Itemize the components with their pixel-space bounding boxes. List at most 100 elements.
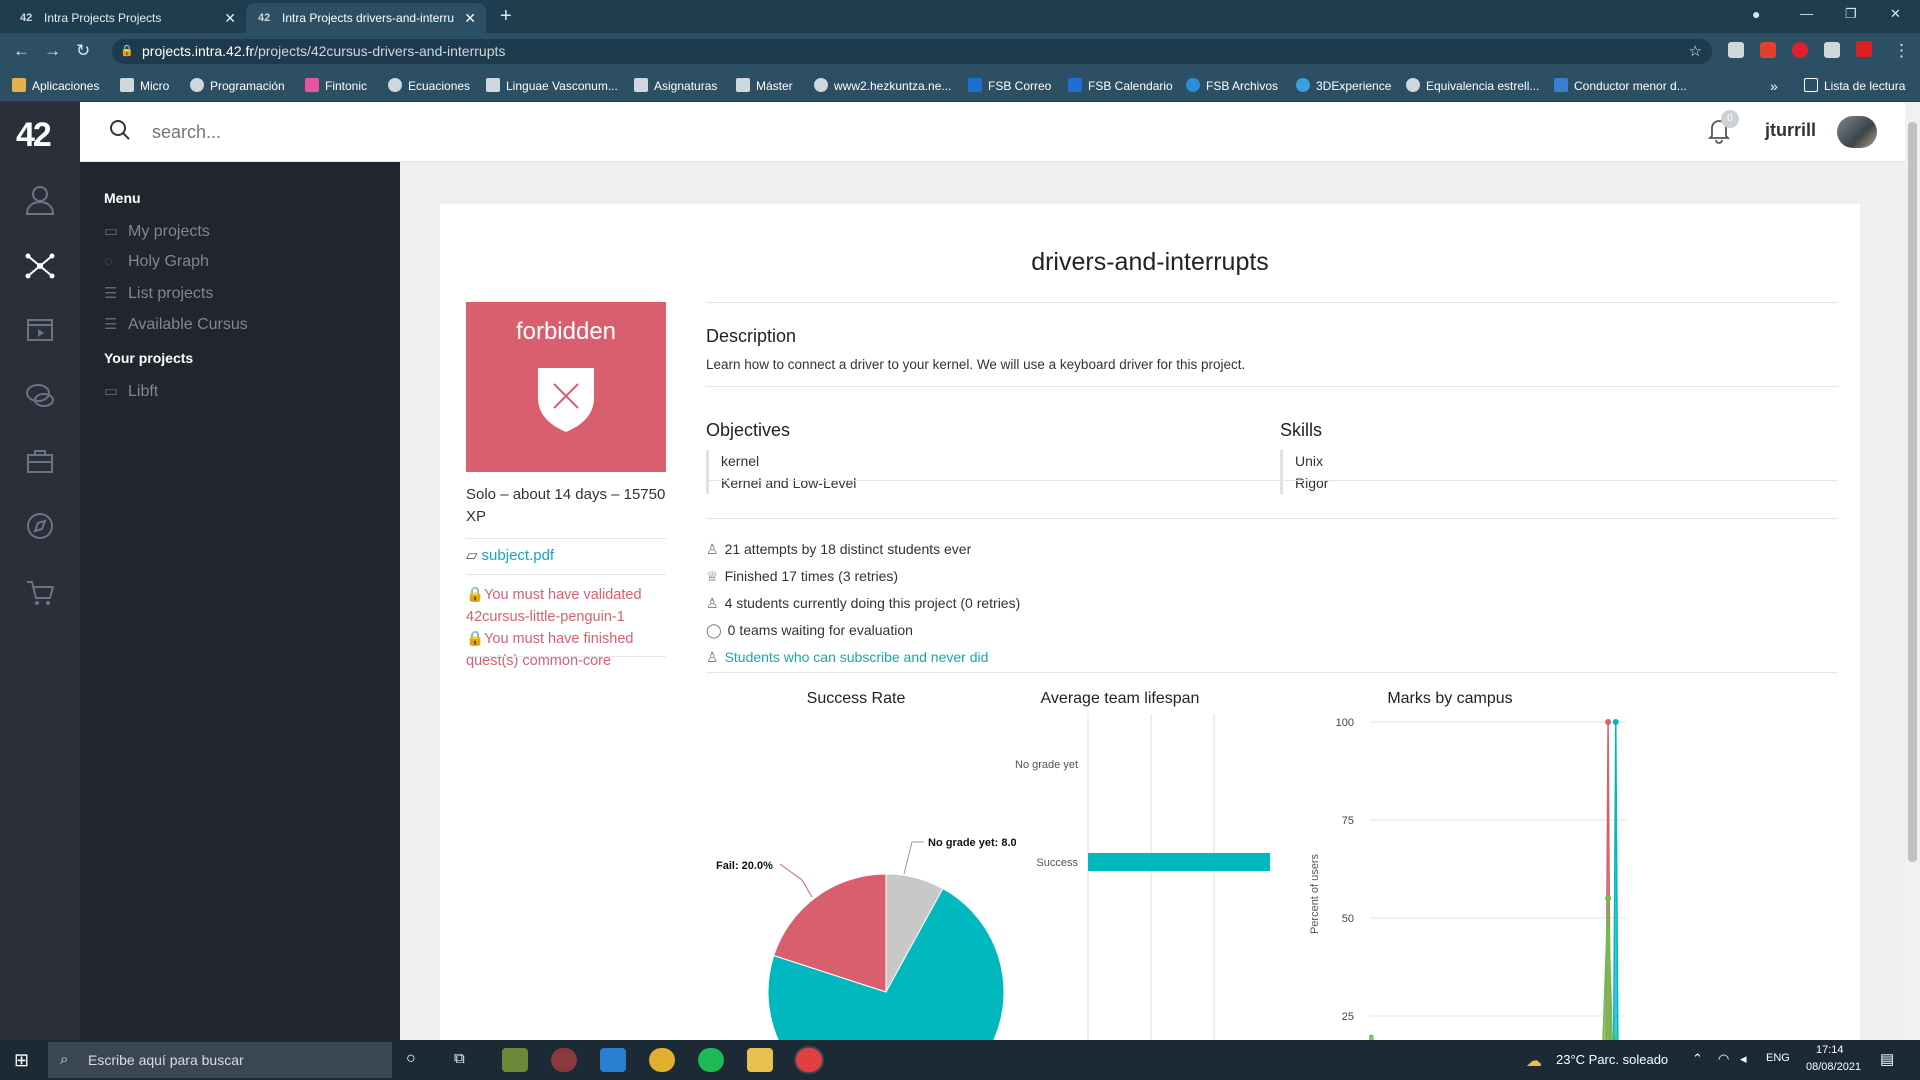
bookmark-item[interactable]: Máster [736, 70, 793, 102]
objectives-heading: Objectives [706, 420, 791, 440]
bookmark-item[interactable]: Ecuaciones [388, 70, 470, 102]
area-series [1612, 721, 1619, 1040]
forward-arrow-icon[interactable]: → [44, 41, 61, 61]
forbidden-shield-icon [538, 368, 594, 432]
bookmark-item[interactable]: FSB Archivos [1186, 70, 1278, 102]
user-icon[interactable] [22, 182, 58, 218]
project-meta: Solo – about 14 days – 15750 XP [466, 486, 666, 525]
obs-app-icon[interactable] [551, 1048, 577, 1072]
scrollbar-thumb[interactable] [1908, 122, 1917, 862]
pdf-extension-icon[interactable] [1760, 42, 1776, 58]
divider [706, 480, 1838, 481]
bookmark-item[interactable]: Asignaturas [634, 70, 717, 102]
stat-text: Finished 17 times (3 retries) [724, 568, 899, 584]
holy-graph-icon[interactable] [22, 248, 58, 284]
menu-item-list-projects[interactable]: ☰ List projects [104, 284, 213, 303]
profile-icon[interactable]: ● [1752, 6, 1760, 22]
slack-app-icon[interactable] [649, 1048, 675, 1072]
avatar[interactable] [1837, 116, 1877, 148]
notification-center-icon[interactable]: ▤ [1880, 1050, 1894, 1068]
new-tab-button[interactable]: + [500, 5, 512, 28]
clock-date[interactable]: 08/08/2021 [1806, 1061, 1861, 1073]
minimize-button[interactable]: — [1800, 6, 1813, 21]
bookmark-item[interactable]: Aplicaciones [12, 70, 99, 102]
browser-tab[interactable]: 42 Intra Projects Projects ✕ [8, 3, 246, 33]
students-never-subscribed-link[interactable]: ♙ Students who can subscribe and never di… [706, 649, 988, 666]
bookmark-item[interactable]: Linguae Vasconum... [486, 70, 618, 102]
elearning-icon[interactable] [22, 312, 58, 348]
close-tab-icon[interactable]: ✕ [464, 10, 476, 27]
bar [1088, 853, 1270, 871]
cortana-icon[interactable]: ○ [406, 1050, 416, 1068]
bookmark-item[interactable]: Equivalencia estrell... [1406, 70, 1539, 102]
close-tab-icon[interactable]: ✕ [224, 10, 236, 27]
bookmark-item[interactable]: FSB Calendario [1068, 70, 1173, 102]
more-bookmarks-button[interactable]: » [1770, 70, 1778, 102]
bookmark-label: Equivalencia estrell... [1426, 79, 1540, 93]
volume-icon[interactable]: ◂ [1740, 1051, 1747, 1067]
menu-item-libft[interactable]: ▭ Libft [104, 382, 158, 401]
favicon-42-icon: 42 [258, 12, 271, 24]
extension-icon[interactable] [1792, 42, 1808, 58]
clock-time[interactable]: 17:14 [1816, 1044, 1844, 1056]
forum-icon[interactable] [22, 378, 58, 414]
file-explorer-app-icon[interactable] [747, 1048, 773, 1072]
requirement-item: 🔒You must have finished quest(s) common-… [466, 628, 666, 672]
tray-chevron-up-icon[interactable]: ⌃ [1692, 1051, 1703, 1067]
bookmark-star-icon[interactable]: ☆ [1689, 39, 1702, 64]
bookmark-item[interactable]: Fintonic [305, 70, 367, 102]
bookmark-item[interactable]: Conductor menor d... [1554, 70, 1687, 102]
menu-item-my-projects[interactable]: ▭ My projects [104, 222, 210, 241]
bookmark-item[interactable]: Micro [120, 70, 169, 102]
description-text: Learn how to connect a driver to your ke… [706, 357, 1246, 372]
bookmark-item[interactable]: www2.hezkuntza.ne... [814, 70, 951, 102]
minecraft-app-icon[interactable] [502, 1048, 528, 1072]
compass-icon[interactable] [22, 508, 58, 544]
stat-current: ♙ 4 students currently doing this project… [706, 595, 1020, 612]
browser-tab-active[interactable]: 42 Intra Projects drivers-and-interru ✕ [246, 3, 486, 33]
shop-cart-icon[interactable] [22, 574, 58, 610]
pccomponentes-extension-icon[interactable] [1856, 41, 1872, 57]
companies-icon[interactable] [22, 444, 58, 480]
puzzle-icon[interactable] [1824, 42, 1840, 58]
input-language[interactable]: ENG [1766, 1052, 1790, 1064]
logo-42[interactable]: 42 [16, 116, 52, 155]
project-card: drivers-and-interrupts forbidden Solo – … [440, 204, 1860, 1040]
tab-label: Intra Projects drivers-and-interru [282, 11, 455, 25]
stat-finished: ♕ Finished 17 times (3 retries) [706, 568, 898, 585]
close-window-button[interactable]: ✕ [1890, 6, 1901, 22]
bookmark-item[interactable]: FSB Correo [968, 70, 1051, 102]
wifi-icon[interactable]: ◠ [1718, 1051, 1729, 1067]
bookmark-item[interactable]: 3DExperience [1296, 70, 1391, 102]
task-view-icon[interactable]: ⧉ [454, 1050, 465, 1067]
username[interactable]: jturrill [1765, 120, 1816, 141]
menu-heading: Menu [104, 190, 141, 206]
url-host: projects.intra.42.fr [142, 43, 255, 59]
maximize-button[interactable]: ❐ [1845, 6, 1857, 22]
menu-item-available-cursus[interactable]: ☰ Available Cursus [104, 315, 248, 334]
search-icon: ⌕ [60, 1051, 69, 1068]
weather-text[interactable]: 23°C Parc. soleado [1556, 1052, 1668, 1067]
kebab-menu-icon[interactable]: ⋮ [1893, 41, 1910, 61]
windows-start-icon[interactable]: ⊞ [14, 1050, 29, 1071]
spotify-app-icon[interactable] [698, 1048, 724, 1072]
taskbar-search-box[interactable]: ⌕ Escribe aquí para buscar [48, 1042, 392, 1078]
reading-list-button[interactable]: Lista de lectura [1804, 70, 1905, 102]
weather-icon: ☁ [1526, 1053, 1542, 1070]
reload-icon[interactable]: ↻ [76, 41, 90, 61]
search-input[interactable] [152, 116, 552, 148]
page-scrollbar[interactable] [1905, 102, 1920, 1040]
bookmark-item[interactable]: Programación [190, 70, 285, 102]
chrome-app-icon[interactable] [796, 1048, 822, 1072]
bookmark-label: Conductor menor d... [1574, 79, 1687, 93]
vscode-app-icon[interactable] [600, 1048, 626, 1072]
extension-icon[interactable] [1728, 42, 1744, 58]
objective-item: Kernel and Low-Level [721, 475, 857, 491]
back-arrow-icon[interactable]: ← [13, 41, 30, 61]
menu-item-holy-graph[interactable]: ◌ Holy Graph [104, 253, 209, 271]
skills-list: Unix Rigor [1280, 450, 1328, 494]
subject-pdf-link[interactable]: ▱ subject.pdf [466, 546, 554, 564]
skills-heading: Skills [1280, 420, 1323, 440]
pie-leader-line [903, 841, 924, 875]
url-field[interactable]: 🔒 projects.intra.42.fr/projects/42cursus… [112, 39, 1712, 64]
